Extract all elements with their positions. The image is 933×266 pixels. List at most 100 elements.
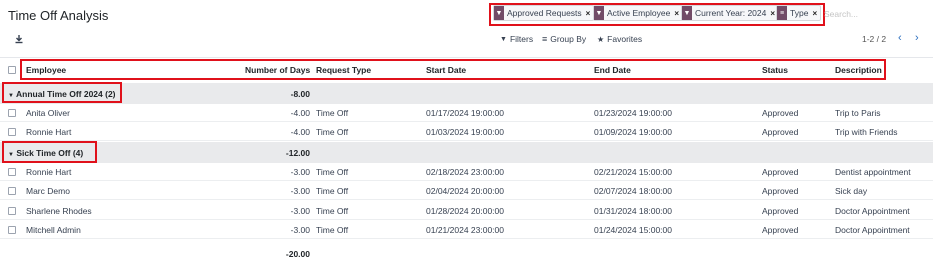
row-checkbox[interactable] — [8, 168, 16, 176]
cell-employee: Ronnie Hart — [26, 127, 72, 137]
remove-facet-icon[interactable]: × — [770, 9, 775, 18]
cell-status: Approved — [762, 108, 799, 118]
row-checkbox[interactable] — [8, 226, 16, 234]
cell-days: -3.00 — [290, 167, 310, 177]
cell-type: Time Off — [316, 225, 349, 235]
cell-employee: Mitchell Admin — [26, 225, 81, 235]
cell-days: -3.00 — [290, 206, 310, 216]
table-row[interactable]: Sharlene Rhodes -3.00 Time Off 01/28/202… — [0, 201, 933, 220]
cell-end: 01/31/2024 18:00:00 — [594, 206, 672, 216]
favorites-button[interactable]: ★ Favorites — [597, 34, 642, 44]
facet-label: Type — [790, 8, 809, 18]
cell-days: -3.00 — [290, 186, 310, 196]
cell-employee: Anita Oliver — [26, 108, 70, 118]
cell-description: Trip with Friends — [835, 127, 898, 137]
remove-facet-icon[interactable]: × — [674, 9, 679, 18]
select-all-checkbox[interactable] — [8, 66, 16, 74]
cell-type: Time Off — [316, 127, 349, 137]
column-header-description[interactable]: Description — [835, 65, 882, 75]
cell-employee: Sharlene Rhodes — [26, 206, 92, 216]
cell-start: 01/17/2024 19:00:00 — [426, 108, 504, 118]
group-total-annual: -8.00 — [290, 89, 310, 99]
cell-days: -4.00 — [290, 108, 310, 118]
cell-description: Trip to Paris — [835, 108, 881, 118]
cell-type: Time Off — [316, 167, 349, 177]
cell-days: -4.00 — [290, 127, 310, 137]
column-header-status[interactable]: Status — [762, 65, 788, 75]
cell-start: 02/04/2024 20:00:00 — [426, 186, 504, 196]
group-by-button[interactable]: ≡ Group By — [542, 34, 586, 44]
cell-employee: Marc Demo — [26, 186, 70, 196]
cell-description: Doctor Appointment — [835, 206, 910, 216]
chevron-left-icon[interactable]: ‹ — [898, 32, 902, 44]
cell-status: Approved — [762, 167, 799, 177]
search-input[interactable]: Search... — [824, 9, 858, 19]
filter-icon: ▼ — [594, 6, 604, 20]
facet-current-year[interactable]: ▼ Current Year: 2024 × — [681, 5, 780, 21]
group-by-icon: ≡ — [777, 6, 787, 20]
cell-status: Approved — [762, 206, 799, 216]
star-icon: ★ — [597, 34, 605, 44]
column-header-start-date[interactable]: Start Date — [426, 65, 466, 75]
table-row[interactable]: Marc Demo -3.00 Time Off 02/04/2024 20:0… — [0, 181, 933, 200]
pager-value[interactable]: 1-2 / 2 — [862, 34, 886, 44]
filter-icon: ▼ — [682, 6, 692, 20]
remove-facet-icon[interactable]: × — [812, 9, 817, 18]
facet-approved-requests[interactable]: ▼ Approved Requests × — [493, 5, 595, 21]
table-row[interactable]: Ronnie Hart -3.00 Time Off 02/18/2024 23… — [0, 162, 933, 181]
group-by-icon: ≡ — [542, 34, 548, 44]
filters-label: Filters — [509, 34, 534, 44]
facet-type[interactable]: ≡ Type × — [776, 5, 822, 21]
facet-label: Active Employee — [607, 8, 671, 18]
facet-label: Approved Requests — [507, 8, 582, 18]
facet-active-employee[interactable]: ▼ Active Employee × — [593, 5, 683, 21]
group-row-sick[interactable] — [0, 142, 933, 163]
cell-description: Dentist appointment — [835, 167, 911, 177]
facet-label: Current Year: 2024 — [695, 8, 767, 18]
column-header-end-date[interactable]: End Date — [594, 65, 631, 75]
group-label-sick: ▼ Sick Time Off (4) — [8, 148, 84, 158]
cell-description: Doctor Appointment — [835, 225, 910, 235]
table-row[interactable]: Anita Oliver -4.00 Time Off 01/17/2024 1… — [0, 103, 933, 122]
cell-status: Approved — [762, 127, 799, 137]
column-header-request-type[interactable]: Request Type — [316, 65, 371, 75]
cell-end: 02/21/2024 15:00:00 — [594, 167, 672, 177]
cell-type: Time Off — [316, 186, 349, 196]
cell-type: Time Off — [316, 108, 349, 118]
grand-total: -20.00 — [285, 249, 310, 259]
filters-button[interactable]: ▼ Filters — [500, 34, 533, 44]
group-by-label: Group By — [550, 34, 587, 44]
cell-status: Approved — [762, 225, 799, 235]
row-checkbox[interactable] — [8, 207, 16, 215]
header-divider — [0, 57, 933, 58]
cell-description: Sick day — [835, 186, 868, 196]
group-label-annual: ▼ Annual Time Off 2024 (2) — [8, 89, 116, 99]
cell-end: 01/24/2024 15:00:00 — [594, 225, 672, 235]
cell-type: Time Off — [316, 206, 349, 216]
remove-facet-icon[interactable]: × — [586, 9, 591, 18]
favorites-label: Favorites — [607, 34, 643, 44]
cell-start: 01/03/2024 19:00:00 — [426, 127, 504, 137]
column-header-days[interactable]: Number of Days — [245, 65, 310, 75]
table-row[interactable]: Ronnie Hart -4.00 Time Off 01/03/2024 19… — [0, 122, 933, 141]
cell-start: 02/18/2024 23:00:00 — [426, 167, 504, 177]
column-header-employee[interactable]: Employee — [26, 65, 66, 75]
cell-status: Approved — [762, 186, 799, 196]
caret-down-icon: ▼ — [8, 93, 14, 99]
row-checkbox[interactable] — [8, 187, 16, 195]
chevron-right-icon[interactable]: › — [915, 32, 919, 44]
download-icon[interactable] — [14, 34, 24, 44]
filter-icon: ▼ — [500, 35, 507, 43]
page-title: Time Off Analysis — [8, 8, 109, 23]
row-checkbox[interactable] — [8, 128, 16, 136]
row-checkbox[interactable] — [8, 109, 16, 117]
cell-end: 01/23/2024 19:00:00 — [594, 108, 672, 118]
group-row-annual[interactable] — [0, 83, 933, 104]
table-row[interactable]: Mitchell Admin -3.00 Time Off 01/21/2024… — [0, 220, 933, 239]
group-total-sick: -12.00 — [285, 148, 310, 158]
cell-end: 02/07/2024 18:00:00 — [594, 186, 672, 196]
cell-start: 01/21/2024 23:00:00 — [426, 225, 504, 235]
caret-down-icon: ▼ — [8, 152, 14, 158]
cell-start: 01/28/2024 20:00:00 — [426, 206, 504, 216]
filter-icon: ▼ — [494, 6, 504, 20]
